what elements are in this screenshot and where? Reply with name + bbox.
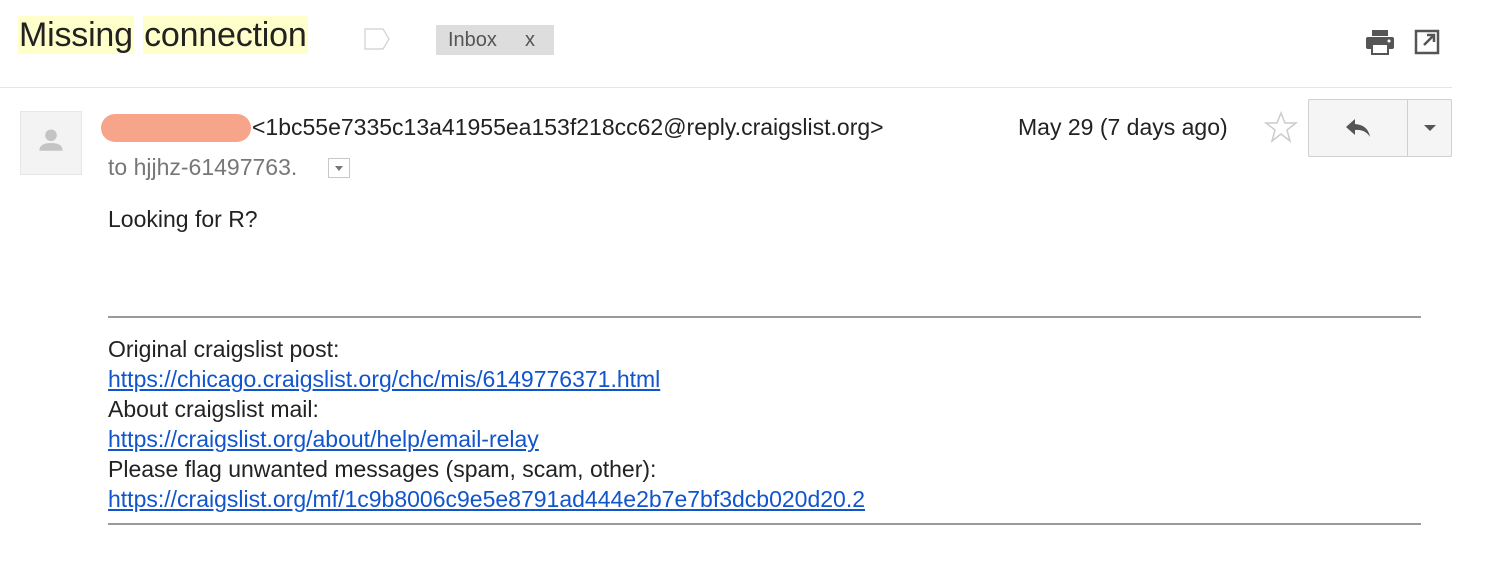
sender-name-redacted (101, 114, 251, 142)
message-body: Looking for R? (108, 206, 258, 232)
footer-rule-bottom (108, 523, 1421, 525)
inbox-label-text: Inbox (448, 28, 497, 51)
sender-email: <1bc55e7335c13a41955ea153f218cc62@reply.… (252, 114, 884, 140)
label-tag-icon[interactable] (364, 28, 390, 50)
chevron-down-icon (1423, 125, 1436, 131)
open-in-new-window-icon[interactable] (1414, 29, 1440, 55)
message-date: May 29 (7 days ago) (1018, 114, 1228, 140)
print-icon[interactable] (1365, 29, 1395, 55)
chevron-down-icon (335, 166, 343, 171)
reply-arrow-icon (1346, 119, 1370, 137)
more-actions-button[interactable] (1407, 99, 1452, 157)
remove-label-button[interactable]: x (525, 29, 535, 52)
sender-avatar[interactable] (20, 111, 82, 175)
craigslist-footer: Original craigslist post: https://chicag… (108, 334, 865, 514)
footer-text-flag: Please flag unwanted messages (spam, sca… (108, 456, 657, 482)
star-outline-icon[interactable] (1264, 110, 1298, 144)
about-mail-link[interactable]: https://craigslist.org/about/help/email-… (108, 424, 865, 454)
inbox-label-chip: Inbox x (436, 25, 554, 55)
default-avatar-icon (39, 129, 63, 151)
subject-word-2: connection (143, 16, 308, 54)
footer-text-original-post: Original craigslist post: (108, 336, 340, 362)
recipient-line: to hjjhz-61497763. (108, 154, 298, 180)
footer-text-about-mail: About craigslist mail: (108, 396, 319, 422)
subject-word-1: Missing (18, 16, 134, 54)
original-post-link[interactable]: https://chicago.craigslist.org/chc/mis/6… (108, 364, 865, 394)
subject-line: Missing connection (18, 16, 308, 55)
footer-rule-top (108, 316, 1421, 318)
show-details-button[interactable] (328, 158, 350, 178)
flag-message-link[interactable]: https://craigslist.org/mf/1c9b8006c9e5e8… (108, 484, 865, 514)
header-divider (0, 87, 1452, 88)
reply-button[interactable] (1308, 99, 1408, 157)
